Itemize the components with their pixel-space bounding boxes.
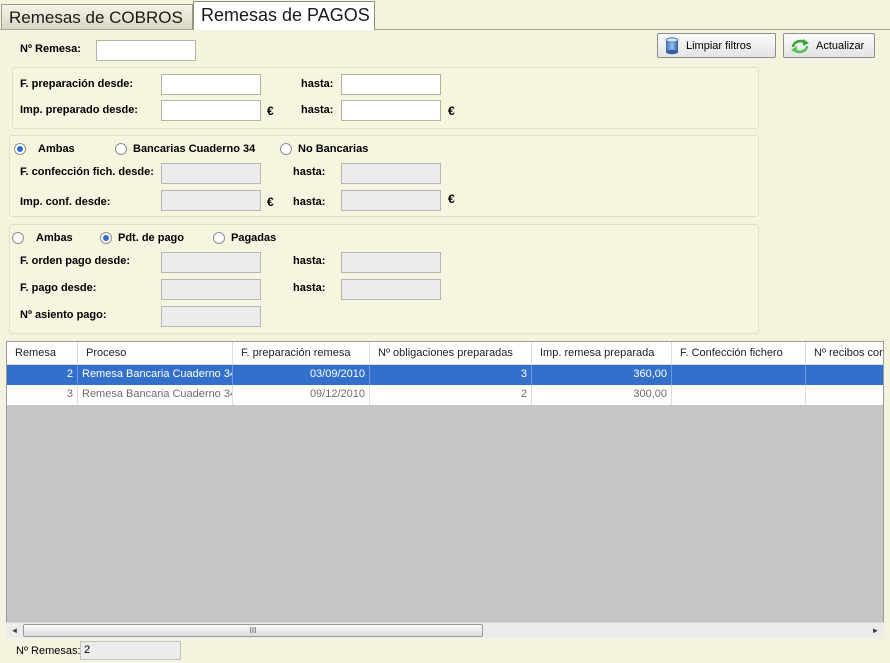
conf-amount-to-currency: € (448, 192, 455, 206)
cell-fecha: 03/09/2010 (233, 365, 370, 385)
cell-proceso: Remesa Bancaria Cuaderno 34 (78, 385, 233, 405)
cell-confeccion (672, 365, 806, 385)
remesa-number-label: Nº Remesa: (20, 43, 81, 55)
database-cylinder-icon (664, 36, 680, 55)
pay-date-to-label: hasta: (293, 282, 326, 294)
conf-date-from-label: F. confección fich. desde: (20, 166, 154, 178)
prep-date-from-input[interactable] (161, 74, 261, 95)
entry-number-label: Nº asiento pago: (20, 309, 107, 321)
cell-obligaciones: 2 (370, 385, 532, 405)
order-date-to-label: hasta: (293, 255, 326, 267)
cell-importe: 300,00 (532, 385, 672, 405)
prep-amount-to-label: hasta: (301, 104, 334, 116)
table-row[interactable]: 2 Remesa Bancaria Cuaderno 34 03/09/2010… (7, 365, 883, 385)
col-header-fecha-preparacion[interactable]: F. preparación remesa (233, 342, 370, 365)
col-header-remesa[interactable]: Remesa (7, 342, 78, 365)
table-row[interactable]: 3 Remesa Bancaria Cuaderno 34 09/12/2010… (7, 385, 883, 405)
grid-horizontal-scrollbar[interactable]: ◄ III ► (6, 622, 884, 638)
conf-amount-from-label: Imp. conf. desde: (20, 196, 111, 208)
conf-amount-from-input[interactable] (161, 190, 261, 211)
scroll-thumb[interactable]: III (23, 624, 483, 637)
cell-proceso: Remesa Bancaria Cuaderno 34 (78, 365, 233, 385)
radio-unchecked-icon (213, 232, 225, 244)
radio-unchecked-icon (115, 143, 127, 155)
tab-remesas-cobros[interactable]: Remesas de COBROS (1, 4, 193, 30)
tab-remesas-pagos[interactable]: Remesas de PAGOS (193, 1, 375, 30)
col-header-recibos[interactable]: Nº recibos conf (806, 342, 883, 365)
pay-date-from-input[interactable] (161, 279, 261, 300)
entry-number-input[interactable] (161, 306, 261, 327)
pay-date-from-label: F. pago desde: (20, 282, 97, 294)
remesas-count-label: Nº Remesas: (16, 645, 81, 657)
pago-radio-pagadas[interactable]: Pagadas (213, 232, 276, 244)
conf-date-from-input[interactable] (161, 163, 261, 184)
clear-filters-button[interactable]: Limpiar filtros (657, 33, 776, 58)
prep-date-to-input[interactable] (341, 74, 441, 95)
col-header-obligaciones[interactable]: Nº obligaciones preparadas (370, 342, 532, 365)
cell-remesa: 2 (7, 365, 78, 385)
pago-radio-pagadas-label: Pagadas (231, 232, 277, 244)
cell-recibos (806, 365, 883, 385)
prep-amount-from-label: Imp. preparado desde: (20, 104, 138, 116)
tab-divider (0, 29, 890, 30)
clear-filters-label: Limpiar filtros (686, 39, 752, 52)
remesas-grid[interactable]: Remesa Proceso F. preparación remesa Nº … (6, 341, 884, 638)
order-date-from-input[interactable] (161, 252, 261, 273)
scroll-left-arrow-icon[interactable]: ◄ (6, 623, 23, 639)
refresh-label: Actualizar (816, 39, 865, 52)
conf-radio-bancarias[interactable]: Bancarias Cuaderno 34 (115, 143, 255, 155)
prep-amount-from-input[interactable] (161, 100, 261, 121)
radio-checked-icon (14, 143, 26, 155)
conf-radio-bancarias-label: Bancarias Cuaderno 34 (133, 143, 256, 155)
col-header-confeccion[interactable]: F. Confección fichero (672, 342, 806, 365)
order-date-to-input[interactable] (341, 252, 441, 273)
refresh-arrows-icon (790, 38, 810, 54)
col-header-proceso[interactable]: Proceso (78, 342, 233, 365)
cell-recibos (806, 385, 883, 405)
conf-amount-to-label: hasta: (293, 196, 326, 208)
conf-date-to-label: hasta: (293, 166, 326, 178)
pago-radio-ambas[interactable]: Ambas (12, 232, 73, 244)
pay-date-to-input[interactable] (341, 279, 441, 300)
pago-radio-pendiente[interactable]: Pdt. de pago (100, 232, 184, 244)
cell-fecha: 09/12/2010 (233, 385, 370, 405)
remesas-count-value: 2 (80, 641, 181, 660)
conf-radio-no-bancarias-label: No Bancarias (298, 143, 369, 155)
scroll-right-arrow-icon[interactable]: ► (867, 623, 884, 639)
cell-confeccion (672, 385, 806, 405)
order-date-from-label: F. orden pago desde: (20, 255, 131, 267)
conf-date-to-input[interactable] (341, 163, 441, 184)
conf-amount-from-currency: € (267, 195, 274, 209)
prep-date-to-label: hasta: (301, 78, 334, 90)
prep-date-from-label: F. preparación desde: (20, 78, 134, 90)
conf-radio-no-bancarias[interactable]: No Bancarias (280, 143, 368, 155)
radio-unchecked-icon (12, 232, 24, 244)
conf-amount-to-input[interactable] (341, 190, 441, 211)
pago-radio-ambas-label: Ambas (36, 232, 73, 244)
pago-radio-pendiente-label: Pdt. de pago (118, 232, 184, 244)
conf-radio-ambas-label: Ambas (38, 143, 75, 155)
prep-amount-to-currency: € (448, 104, 455, 118)
cell-remesa: 3 (7, 385, 78, 405)
tab-strip: Remesas de COBROS Remesas de PAGOS (0, 0, 890, 30)
conf-radio-ambas[interactable]: Ambas (14, 143, 75, 155)
prep-amount-to-input[interactable] (341, 100, 441, 121)
col-header-importe[interactable]: Imp. remesa preparada (532, 342, 672, 365)
prep-amount-from-currency: € (267, 104, 274, 118)
remesa-number-input[interactable] (96, 40, 196, 61)
radio-unchecked-icon (280, 143, 292, 155)
refresh-button[interactable]: Actualizar (783, 33, 875, 58)
cell-importe: 360,00 (532, 365, 672, 385)
cell-obligaciones: 3 (370, 365, 532, 385)
radio-checked-icon (100, 232, 112, 244)
grid-header: Remesa Proceso F. preparación remesa Nº … (7, 342, 883, 365)
